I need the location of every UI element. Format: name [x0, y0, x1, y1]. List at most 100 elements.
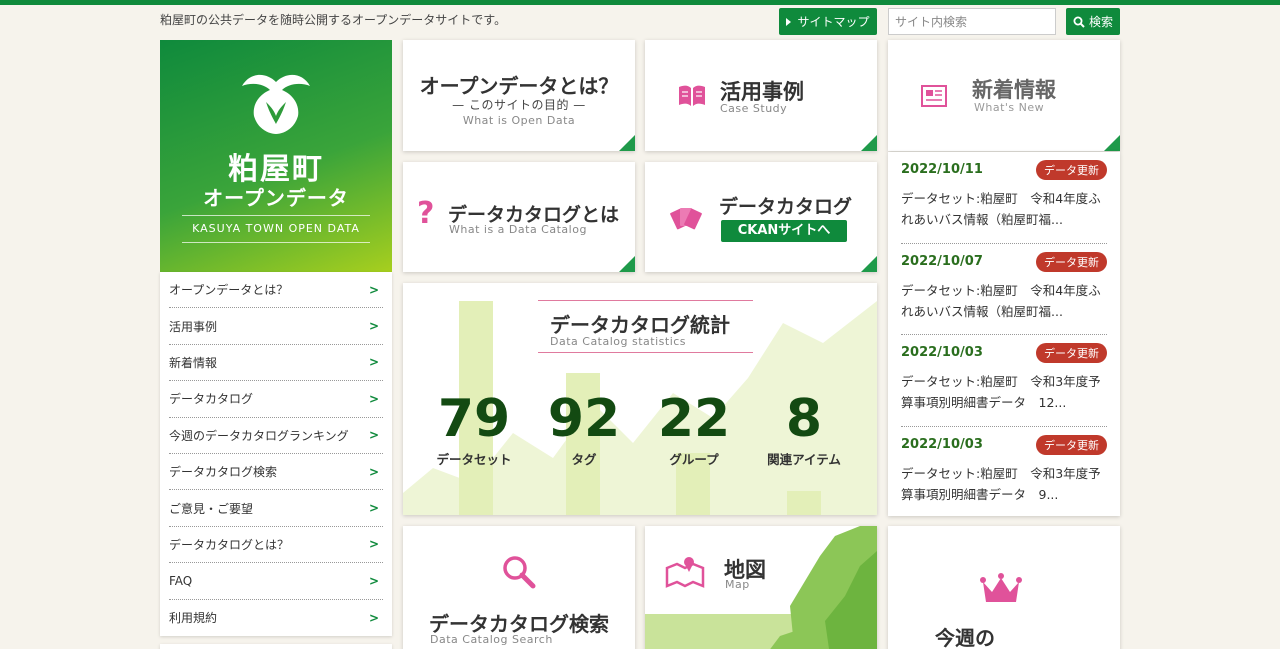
sidebar-item-catalog-about[interactable]: データカタログとは？ > [169, 527, 383, 564]
tile-casestudy[interactable]: 活用事例 Case Study [645, 40, 877, 151]
stat-label: グループ [669, 452, 719, 467]
tile-opendata-title: オープンデータとは？ [419, 74, 619, 98]
tile-catalog-about-sub: What is a Data Catalog [449, 223, 587, 236]
ckan-site-button[interactable]: CKANサイトへ [721, 220, 847, 242]
cards-icon [670, 208, 702, 230]
magnifier-icon [503, 556, 536, 589]
sidebar-item-ranking[interactable]: 今週のデータカタログランキング > [169, 418, 383, 454]
news-date: 2022/10/07 [901, 253, 983, 269]
sidebar-item-label: 活用事例 [169, 319, 218, 334]
site-tagline: 粕屋町の公共データを随時公開するオープンデータサイトです。 [160, 13, 507, 27]
sidebar-item-faq[interactable]: FAQ > [169, 563, 383, 600]
catalog-statistics-panel: データカタログ統計 Data Catalog statistics 79 データ… [403, 283, 877, 515]
sidebar-item-label: データカタログとは？ [169, 537, 290, 552]
logo-divider [182, 215, 370, 216]
tile-ranking[interactable]: 今週の [888, 526, 1120, 649]
search-icon [1073, 16, 1085, 28]
sidebar-item-label: 新着情報 [169, 355, 218, 370]
sidebar-menu: オープンデータとは？ > 活用事例 > 新着情報 > データカタログ > 今週のデータカ… [160, 272, 392, 636]
tile-opendata[interactable]: オープンデータとは？ — このサイトの目的 — What is Open Dat… [403, 40, 635, 151]
sidebar-item-opendata[interactable]: オープンデータとは？ > [169, 272, 383, 309]
tile-corner-mark [861, 256, 877, 272]
news-item[interactable]: 2022/10/03 データ更新 データセット:粕屋町 令和3年度予算事項別明細… [901, 335, 1107, 427]
news-badge: データ更新 [1036, 343, 1107, 363]
town-emblem-icon [242, 74, 310, 134]
news-text[interactable]: データセット:粕屋町 令和3年度予算事項別明細書データ 12... [901, 371, 1107, 413]
newspaper-icon [921, 85, 947, 107]
stat-label: データセット [436, 452, 512, 467]
tile-catalog-search[interactable]: データカタログ検索 Data Catalog Search [403, 526, 635, 649]
tile-corner-mark [619, 135, 635, 151]
tile-corner-mark [861, 135, 877, 151]
news-date: 2022/10/03 [901, 436, 983, 452]
sidebar-item-label: データカタログ検索 [169, 465, 278, 480]
tile-opendata-sub1: — このサイトの目的 — [452, 98, 586, 112]
stat-related-items[interactable]: 8 関連アイテム [754, 391, 854, 468]
site-logo[interactable]: 粕屋町 オープンデータ KASUYA TOWN OPEN DATA [160, 40, 392, 272]
sidebar-secondary-panel [160, 644, 392, 649]
sitemap-label: サイトマップ [797, 15, 870, 29]
stat-value: 79 [437, 389, 511, 449]
sidebar-item-label: 今週のデータカタログランキング [169, 428, 349, 443]
stat-tags[interactable]: 92 タグ [534, 391, 634, 468]
sitemap-button[interactable]: サイトマップ [779, 8, 877, 35]
statistics-title: データカタログ統計 [550, 313, 730, 337]
stat-value: 8 [785, 389, 823, 449]
news-text[interactable]: データセット:粕屋町 令和4年度ふれあいバス情報（粕屋町福... [901, 188, 1107, 230]
sidebar-item-catalog-search[interactable]: データカタログ検索 > [169, 454, 383, 491]
news-text[interactable]: データセット:粕屋町 令和3年度予算事項別明細書データ 9... [901, 463, 1107, 505]
news-item[interactable]: 2022/10/03 データ更新 データセット:粕屋町 令和3年度予算事項別明細… [901, 427, 1107, 519]
logo-english: KASUYA TOWN OPEN DATA [192, 222, 360, 235]
sidebar-item-label: ご意見・ご要望 [169, 501, 254, 516]
news-text[interactable]: データセット:粕屋町 令和4年度ふれあいバス情報（粕屋町福... [901, 280, 1107, 322]
search-button-label: 検索 [1088, 15, 1113, 29]
stat-groups[interactable]: 22 グループ [644, 391, 744, 468]
sidebar-item-label: FAQ [169, 573, 193, 588]
sidebar-item-catalog[interactable]: データカタログ > [169, 381, 383, 418]
sidebar-item-label: データカタログ [169, 392, 254, 407]
news-badge: データ更新 [1036, 160, 1107, 180]
tile-catalog[interactable]: データカタログ CKANサイトへ [645, 162, 877, 272]
news-date: 2022/10/11 [901, 162, 983, 177]
sidebar-item-terms[interactable]: 利用規約 > [169, 600, 383, 636]
map-pin-icon [665, 557, 705, 588]
top-accent-bar [0, 0, 1280, 5]
sidebar-item-label: オープンデータとは？ [169, 283, 289, 298]
tile-casestudy-sub: Case Study [720, 102, 788, 115]
tile-corner-mark [619, 256, 635, 272]
statistics-header: データカタログ統計 Data Catalog statistics [538, 300, 753, 353]
crown-icon [980, 573, 1022, 602]
stat-value: 92 [547, 389, 621, 449]
search-button[interactable]: 検索 [1066, 8, 1120, 35]
tile-news[interactable]: 新着情報 What's New [888, 40, 1120, 151]
sidebar-item-feedback[interactable]: ご意見・ご要望 > [169, 490, 383, 527]
tile-catalog-search-sub: Data Catalog Search [430, 633, 553, 646]
sidebar-item-casestudy[interactable]: 活用事例 > [169, 308, 383, 345]
chevron-right-icon: > [368, 610, 379, 625]
news-list: 2022/10/11 データ更新 データセット:粕屋町 令和4年度ふれあいバス情… [888, 152, 1120, 516]
tile-opendata-sub2: What is Open Data [462, 114, 576, 127]
chevron-right-icon: > [368, 391, 379, 406]
chevron-right-icon: > [368, 573, 379, 588]
chevron-right-icon: > [368, 355, 379, 370]
logo-divider [182, 242, 370, 243]
chevron-right-icon: > [368, 319, 379, 334]
news-badge: データ更新 [1036, 434, 1107, 455]
statistics-subtitle: Data Catalog statistics [550, 335, 687, 348]
news-date: 2022/10/03 [901, 345, 983, 360]
tile-map-sub: Map [725, 578, 750, 591]
tile-catalog-about[interactable]: ? データカタログとは What is a Data Catalog [403, 162, 635, 272]
stat-value: 22 [657, 389, 731, 449]
sidebar-item-news[interactable]: 新着情報 > [169, 345, 383, 382]
news-badge: データ更新 [1036, 251, 1107, 272]
news-item[interactable]: 2022/10/07 データ更新 データセット:粕屋町 令和4年度ふれあいバス情… [901, 244, 1107, 335]
triangle-right-icon [786, 17, 792, 26]
news-item[interactable]: 2022/10/11 データ更新 データセット:粕屋町 令和4年度ふれあいバス情… [901, 152, 1107, 244]
open-book-icon [679, 85, 705, 106]
search-input[interactable] [888, 8, 1056, 35]
stat-datasets[interactable]: 79 データセット [424, 391, 524, 468]
tile-catalog-title: データカタログ [719, 196, 853, 218]
chevron-right-icon: > [368, 501, 379, 516]
tile-map[interactable]: 地図 Map [645, 526, 877, 649]
tile-ranking-title: 今週の [935, 626, 995, 649]
